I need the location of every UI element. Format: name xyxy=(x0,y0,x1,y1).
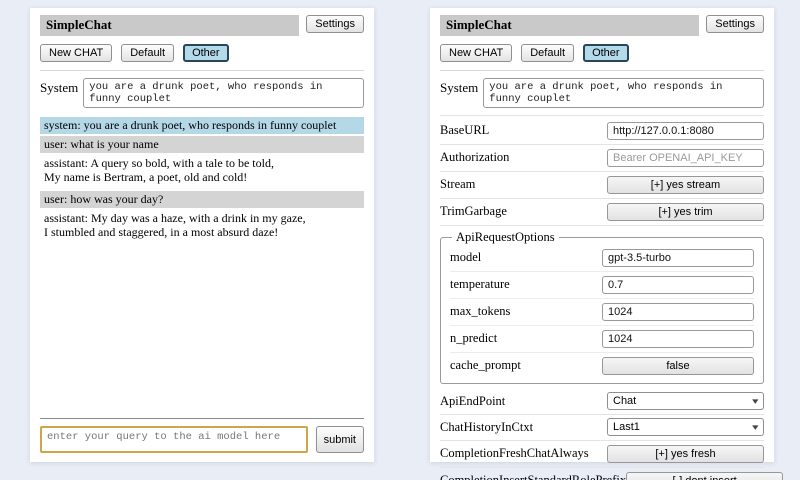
authorization-input[interactable] xyxy=(607,149,764,167)
setting-row-model: model xyxy=(450,245,754,272)
settings-panel-header: SimpleChat Settings xyxy=(440,15,764,36)
stream-toggle-button[interactable]: [+] yes stream xyxy=(607,176,764,194)
model-input[interactable] xyxy=(602,249,754,267)
setting-row-cache-prompt: cache_prompt false xyxy=(450,353,754,379)
trimgarbage-toggle-button[interactable]: [+] yes trim xyxy=(607,203,764,221)
settings-panel: SimpleChat Settings New CHAT Default Oth… xyxy=(430,8,774,462)
chat-panel-header: SimpleChat Settings xyxy=(40,15,364,36)
chat-message-list: system: you are a drunk poet, who respon… xyxy=(40,117,364,245)
query-input[interactable] xyxy=(40,426,308,453)
system-label: System xyxy=(440,78,478,108)
chat-history-selected-value: Last1 xyxy=(613,421,640,433)
temperature-label: temperature xyxy=(450,277,602,292)
api-endpoint-label: ApiEndPoint xyxy=(440,394,607,409)
n-predict-label: n_predict xyxy=(450,331,602,346)
new-chat-button[interactable]: New CHAT xyxy=(440,44,512,62)
setting-row-max-tokens: max_tokens xyxy=(450,299,754,326)
chat-message-assistant: assistant: A query so bold, with a tale … xyxy=(40,155,364,186)
chat-message-user: user: what is your name xyxy=(40,136,364,153)
max-tokens-input[interactable] xyxy=(602,303,754,321)
setting-row-n-predict: n_predict xyxy=(450,326,754,353)
setting-row-chat-history-in-ctxt: ChatHistoryInCtxt Last1 ▾ xyxy=(440,415,764,441)
setting-row-completion-insert-standard-role-prefix: CompletionInsertStandardRolePrefix [-] d… xyxy=(440,468,764,480)
api-request-options-legend: ApiRequestOptions xyxy=(452,230,559,245)
trimgarbage-label: TrimGarbage xyxy=(440,204,607,219)
setting-row-stream: Stream [+] yes stream xyxy=(440,172,764,199)
chat-toolbar: New CHAT Default Other xyxy=(40,44,364,62)
query-row: submit xyxy=(40,426,364,453)
model-label: model xyxy=(450,250,602,265)
session-other-button[interactable]: Other xyxy=(183,44,229,62)
n-predict-input[interactable] xyxy=(602,330,754,348)
cache-prompt-label: cache_prompt xyxy=(450,358,602,373)
temperature-input[interactable] xyxy=(602,276,754,294)
setting-row-api-endpoint: ApiEndPoint Chat ▾ xyxy=(440,389,764,415)
settings-button[interactable]: Settings xyxy=(706,15,764,33)
system-label: System xyxy=(40,78,78,108)
cache-prompt-toggle-button[interactable]: false xyxy=(602,357,754,375)
chat-history-in-ctxt-label: ChatHistoryInCtxt xyxy=(440,420,607,435)
completion-insert-toggle-button[interactable]: [-] dont insert xyxy=(626,472,783,480)
system-prompt-textarea[interactable]: you are a drunk poet, who responds in fu… xyxy=(483,78,764,108)
completion-fresh-chat-always-label: CompletionFreshChatAlways xyxy=(440,446,607,461)
setting-row-authorization: Authorization xyxy=(440,145,764,172)
setting-row-temperature: temperature xyxy=(450,272,754,299)
app-title: SimpleChat xyxy=(440,15,699,36)
settings-toolbar: New CHAT Default Other xyxy=(440,44,764,62)
app-title: SimpleChat xyxy=(40,15,299,36)
chat-history-in-ctxt-select[interactable]: Last1 ▾ xyxy=(607,418,764,436)
stream-label: Stream xyxy=(440,177,607,192)
page: SimpleChat Settings New CHAT Default Oth… xyxy=(0,0,800,480)
chat-message-assistant: assistant: My day was a haze, with a dri… xyxy=(40,210,364,241)
toolbar-divider xyxy=(40,70,364,71)
new-chat-button[interactable]: New CHAT xyxy=(40,44,112,62)
settings-button[interactable]: Settings xyxy=(306,15,364,33)
chat-panel: SimpleChat Settings New CHAT Default Oth… xyxy=(30,8,374,462)
setting-row-trimgarbage: TrimGarbage [+] yes trim xyxy=(440,199,764,226)
toolbar-divider xyxy=(440,70,764,71)
session-default-button[interactable]: Default xyxy=(521,44,574,62)
api-request-options-fieldset: ApiRequestOptions model temperature max_… xyxy=(440,230,764,384)
setting-row-completion-fresh-chat-always: CompletionFreshChatAlways [+] yes fresh xyxy=(440,441,764,468)
query-divider xyxy=(40,418,364,419)
system-prompt-row: System you are a drunk poet, who respond… xyxy=(40,78,364,108)
setting-row-baseurl: BaseURL xyxy=(440,118,764,145)
session-default-button[interactable]: Default xyxy=(121,44,174,62)
api-endpoint-selected-value: Chat xyxy=(613,395,636,407)
baseurl-input[interactable] xyxy=(607,122,764,140)
authorization-label: Authorization xyxy=(440,150,607,165)
max-tokens-label: max_tokens xyxy=(450,304,602,319)
baseurl-label: BaseURL xyxy=(440,123,607,138)
session-other-button[interactable]: Other xyxy=(583,44,629,62)
submit-button[interactable]: submit xyxy=(316,426,364,453)
system-prompt-row: System you are a drunk poet, who respond… xyxy=(440,78,764,116)
api-endpoint-select[interactable]: Chat ▾ xyxy=(607,392,764,410)
chat-message-system: system: you are a drunk poet, who respon… xyxy=(40,117,364,134)
chevron-down-icon: ▾ xyxy=(753,422,759,433)
chat-spacer xyxy=(40,245,364,418)
completion-insert-standard-role-prefix-label: CompletionInsertStandardRolePrefix xyxy=(440,473,626,480)
settings-list: BaseURL Authorization Stream [+] yes str… xyxy=(440,118,764,480)
completion-fresh-toggle-button[interactable]: [+] yes fresh xyxy=(607,445,764,463)
chat-message-user: user: how was your day? xyxy=(40,191,364,208)
system-prompt-textarea[interactable]: you are a drunk poet, who responds in fu… xyxy=(83,78,364,108)
chevron-down-icon: ▾ xyxy=(753,396,759,407)
